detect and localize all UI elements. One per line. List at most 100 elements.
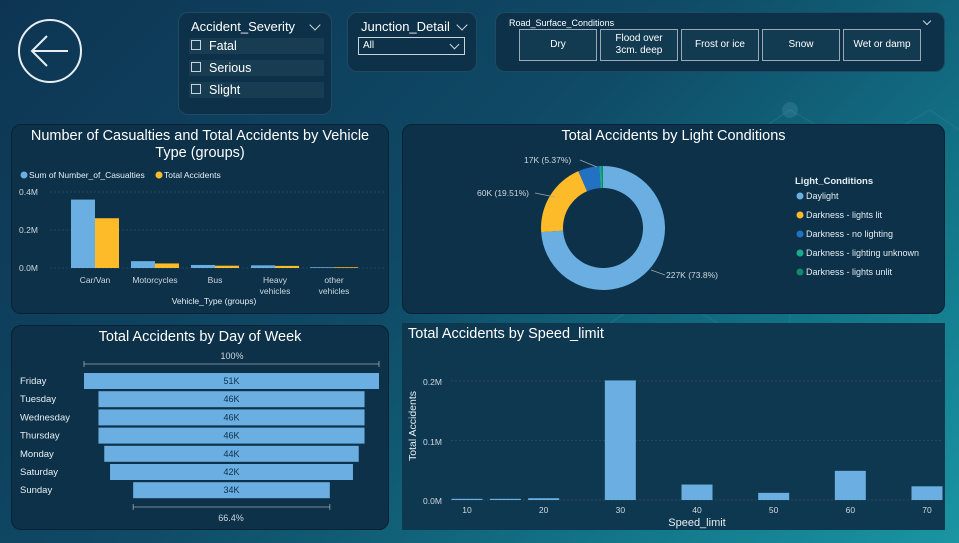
x-tick-label: vehicles bbox=[260, 286, 291, 296]
road-surface-slicer-title: Road_Surface_Conditions bbox=[509, 18, 615, 28]
legend-marker-no-lighting bbox=[796, 230, 804, 238]
vehicle-type-chart-panel: Number of Casualties and Total Accidents… bbox=[11, 124, 389, 314]
y-tick-label: 0.1M bbox=[423, 437, 442, 447]
bar-casualties[interactable] bbox=[191, 264, 215, 268]
legend-label-lighting-unknown: Darkness - lighting unknown bbox=[806, 248, 919, 258]
speed-limit-chart: Total Accidents 0.2M 0.1M 0.0M Speed_lim… bbox=[407, 377, 943, 529]
x-tick-label: Car/Van bbox=[80, 275, 111, 285]
data-label-lights-lit: 60K (19.51%) bbox=[477, 188, 529, 198]
x-tick-label: 60 bbox=[846, 505, 856, 515]
chevron-down-icon[interactable] bbox=[309, 19, 321, 31]
junction-dropdown-value: All bbox=[363, 40, 375, 51]
funnel-bottom-label: 66.4% bbox=[218, 513, 244, 523]
x-axis-title: Speed_limit bbox=[668, 517, 725, 529]
severity-option-label: Serious bbox=[209, 61, 252, 75]
legend-label-total-accidents: Total Accidents bbox=[164, 170, 221, 180]
road-surface-tile-snow[interactable]: Snow bbox=[762, 29, 840, 61]
x-tick-label: 20 bbox=[539, 505, 549, 515]
severity-option-serious[interactable]: Serious bbox=[189, 60, 324, 76]
severity-slicer-title: Accident_Severity bbox=[191, 19, 296, 34]
legend-marker-casualties bbox=[20, 171, 28, 179]
severity-option-label: Fatal bbox=[209, 39, 237, 53]
funnel-data-label: 46K bbox=[223, 394, 239, 404]
speed-bar[interactable] bbox=[451, 498, 483, 500]
y-tick-label: 0.0M bbox=[19, 263, 38, 273]
bar-total-accidents[interactable] bbox=[95, 218, 119, 268]
legend-marker-lighting-unknown bbox=[796, 249, 804, 257]
funnel-category-label: Tuesday bbox=[20, 394, 56, 405]
legend-marker-lights-unlit bbox=[796, 268, 804, 276]
x-tick-label: Heavy bbox=[263, 275, 288, 285]
vehicle-type-chart: Sum of Number_of_Casualties Total Accide… bbox=[19, 170, 384, 306]
road-surface-tile-dry[interactable]: Dry bbox=[519, 29, 597, 61]
road-surface-tile-wet[interactable]: Wet or damp bbox=[843, 29, 921, 61]
bar-casualties[interactable] bbox=[251, 265, 275, 268]
light-conditions-chart-panel: Total Accidents by Light Conditions 17K … bbox=[402, 124, 945, 314]
speed-bar[interactable] bbox=[758, 492, 790, 500]
checkbox-icon[interactable] bbox=[191, 40, 201, 50]
funnel-data-label: 46K bbox=[223, 412, 239, 422]
funnel-data-label: 51K bbox=[223, 376, 239, 386]
x-tick-label: 40 bbox=[692, 505, 702, 515]
y-tick-label: 0.4M bbox=[19, 187, 38, 197]
day-of-week-funnel-chart: 100% Friday 51K Tuesday 46K Wednesday 46K Thur… bbox=[20, 351, 380, 523]
legend-label-casualties: Sum of Number_of_Casualties bbox=[29, 170, 145, 180]
x-tick-label: other bbox=[324, 275, 344, 285]
speed-limit-chart-panel: Total Accidents by Speed_limit Total Acc… bbox=[402, 323, 945, 530]
bar-casualties[interactable] bbox=[131, 261, 155, 268]
chevron-down-icon[interactable] bbox=[922, 16, 932, 26]
junction-dropdown[interactable]: All bbox=[358, 37, 465, 55]
checkbox-icon[interactable] bbox=[191, 62, 201, 72]
speed-bar[interactable] bbox=[528, 498, 560, 500]
x-axis-title: Vehicle_Type (groups) bbox=[172, 296, 257, 306]
road-surface-tile-flood[interactable]: Flood over 3cm. deep bbox=[600, 29, 678, 61]
light-conditions-donut-chart: 17K (5.37%) 60K (19.51%) 227K (73.8%) Li… bbox=[477, 155, 919, 290]
donut-slice-lights-lit[interactable] bbox=[541, 171, 588, 233]
leader-line bbox=[579, 159, 598, 168]
y-tick-label: 0.2M bbox=[19, 225, 38, 235]
road-surface-tile-frost[interactable]: Frost or ice bbox=[681, 29, 759, 61]
funnel-category-label: Friday bbox=[20, 376, 47, 387]
legend-marker-daylight bbox=[796, 192, 804, 200]
speed-bar[interactable] bbox=[911, 486, 943, 500]
speed-bar[interactable] bbox=[834, 470, 866, 500]
funnel-category-label: Thursday bbox=[20, 431, 60, 442]
funnel-category-label: Monday bbox=[20, 449, 54, 460]
severity-option-slight[interactable]: Slight bbox=[189, 82, 324, 98]
funnel-category-label: Sunday bbox=[20, 485, 52, 496]
legend-label-daylight: Daylight bbox=[806, 191, 839, 201]
funnel-category-label: Wednesday bbox=[20, 412, 70, 423]
legend-marker-total-accidents bbox=[155, 171, 163, 179]
bar-total-accidents[interactable] bbox=[275, 265, 299, 268]
speed-bar[interactable] bbox=[489, 498, 521, 500]
data-label-lights-unlit: 17K (5.37%) bbox=[524, 155, 571, 165]
x-tick-label: vehicles bbox=[319, 286, 350, 296]
speed-bar[interactable] bbox=[681, 484, 713, 500]
legend-label-lights-unlit: Darkness - lights unlit bbox=[806, 267, 893, 277]
y-axis-title: Total Accidents bbox=[407, 391, 419, 461]
x-tick-label: Bus bbox=[208, 275, 223, 285]
bar-total-accidents[interactable] bbox=[334, 267, 358, 268]
bar-casualties[interactable] bbox=[71, 199, 95, 268]
legend-marker-lights-lit bbox=[796, 211, 804, 219]
speed-bar[interactable] bbox=[604, 380, 636, 500]
legend-label-lights-lit: Darkness - lights lit bbox=[806, 210, 883, 220]
severity-option-fatal[interactable]: Fatal bbox=[189, 38, 324, 54]
bar-total-accidents[interactable] bbox=[155, 263, 179, 268]
bar-casualties[interactable] bbox=[310, 267, 334, 268]
funnel-data-label: 46K bbox=[223, 431, 239, 441]
arrow-left-icon bbox=[30, 35, 68, 67]
severity-slicer: Accident_Severity Fatal Serious Slight bbox=[178, 12, 332, 115]
y-tick-label: 0.2M bbox=[423, 377, 442, 387]
bar-total-accidents[interactable] bbox=[215, 265, 239, 268]
x-tick-label: 30 bbox=[616, 505, 626, 515]
chevron-down-icon bbox=[449, 39, 460, 50]
funnel-top-label: 100% bbox=[220, 351, 243, 361]
funnel-category-label: Saturday bbox=[20, 467, 58, 478]
day-of-week-chart-panel: Total Accidents by Day of Week 100% Frid… bbox=[11, 325, 389, 530]
chevron-down-icon[interactable] bbox=[456, 19, 468, 31]
severity-option-label: Slight bbox=[209, 83, 241, 97]
back-button[interactable] bbox=[18, 19, 82, 83]
x-tick-label: Motorcycles bbox=[132, 275, 177, 285]
checkbox-icon[interactable] bbox=[191, 84, 201, 94]
